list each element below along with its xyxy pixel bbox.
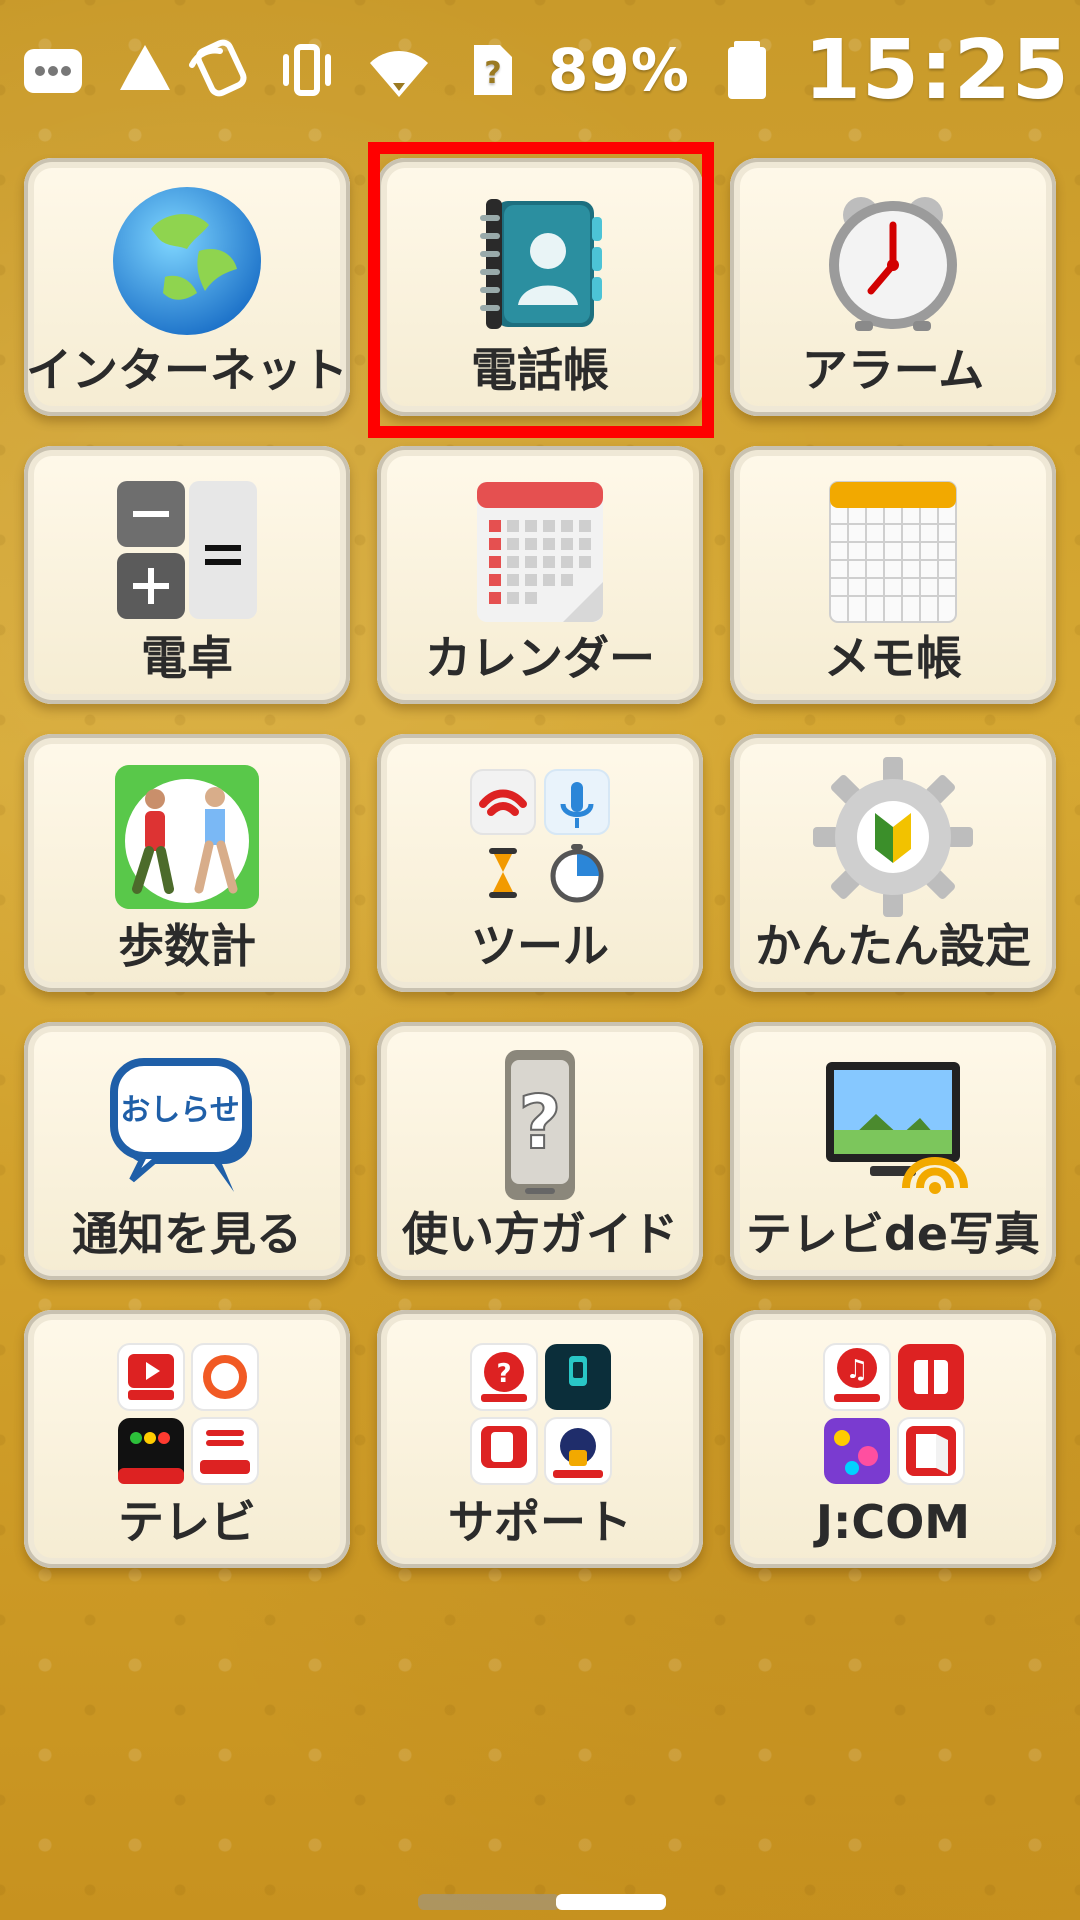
google-drive-icon — [110, 35, 180, 105]
notice-bubble-icon: おしらせ — [102, 1040, 272, 1210]
alarm-clock-icon — [808, 176, 978, 346]
contacts-book-icon — [455, 176, 625, 346]
tile-tools[interactable]: ツール — [377, 734, 703, 992]
wifi-icon — [364, 35, 434, 105]
tile-tv[interactable]: テレビ — [24, 1310, 350, 1568]
tile-guide[interactable]: ? 使い方ガイド — [377, 1022, 703, 1280]
battery-icon — [712, 35, 782, 105]
tile-label: J:COM — [815, 1495, 971, 1549]
tile-tv-photo[interactable]: テレビde写真 — [730, 1022, 1056, 1280]
clock-time: 15:25 — [803, 22, 1070, 118]
svg-text:?: ? — [484, 56, 501, 91]
calculator-icon — [102, 464, 272, 634]
tile-calendar[interactable]: カレンダー — [377, 446, 703, 704]
tile-contacts[interactable]: 電話帳 — [377, 158, 703, 416]
notice-text: おしらせ — [120, 1093, 239, 1128]
tile-internet[interactable]: インターネット — [24, 158, 350, 416]
home-app-grid: インターネット 電話帳 アラーム 電卓 カレンダー メモ帳 歩数計 ツール かん… — [24, 142, 1056, 1568]
tile-label: アラーム — [801, 343, 985, 397]
svg-text:?: ? — [496, 1359, 511, 1389]
support-folder-icon: ? — [455, 1328, 625, 1498]
tile-notices[interactable]: おしらせ 通知を見る — [24, 1022, 350, 1280]
tile-label: テレビde写真 — [745, 1207, 1041, 1261]
tile-label: かんたん設定 — [755, 919, 1031, 973]
tile-label: 使い方ガイド — [402, 1207, 678, 1261]
tile-pedometer[interactable]: 歩数計 — [24, 734, 350, 992]
bottom-navigation — [0, 1880, 1080, 1920]
tile-label: 通知を見る — [72, 1207, 302, 1261]
tv-photo-icon — [808, 1040, 978, 1210]
tile-easy-settings[interactable]: かんたん設定 — [730, 734, 1056, 992]
tile-support[interactable]: ? サポート — [377, 1310, 703, 1568]
messenger-icon — [18, 35, 88, 105]
tile-label: カレンダー — [425, 631, 655, 685]
tools-folder-icon — [455, 752, 625, 922]
pedometer-icon — [102, 752, 272, 922]
vibrate-icon — [272, 35, 342, 105]
svg-text:♫: ♫ — [845, 1355, 868, 1385]
tile-label: 電卓 — [141, 631, 233, 685]
svg-text:?: ? — [519, 1080, 562, 1166]
tile-label: テレビ — [118, 1495, 256, 1549]
tile-jcom[interactable]: ♫ J:COM — [730, 1310, 1056, 1568]
memo-grid-icon — [808, 464, 978, 634]
tile-label: ツール — [471, 919, 609, 973]
globe-icon — [102, 176, 272, 346]
settings-gear-icon — [808, 752, 978, 922]
status-left — [18, 35, 180, 105]
tile-label: 歩数計 — [118, 919, 256, 973]
calendar-icon — [455, 464, 625, 634]
tile-calculator[interactable]: 電卓 — [24, 446, 350, 704]
status-bar: ? 89% 15:25 — [0, 0, 1080, 140]
nfc-icon — [180, 35, 250, 105]
tile-memo[interactable]: メモ帳 — [730, 446, 1056, 704]
help-phone-icon: ? — [455, 1040, 625, 1210]
tile-label: メモ帳 — [824, 631, 962, 685]
home-indicator-right[interactable] — [556, 1894, 666, 1910]
status-right: ? 89% 15:25 — [180, 23, 1070, 118]
tile-label: サポート — [448, 1495, 632, 1549]
jcom-folder-icon: ♫ — [808, 1328, 978, 1498]
tile-label: インターネット — [26, 343, 348, 397]
tv-folder-icon — [102, 1328, 272, 1498]
no-sim-icon: ? — [456, 35, 526, 105]
battery-percent: 89% — [548, 36, 690, 104]
tile-label: 電話帳 — [471, 343, 609, 397]
tile-alarm[interactable]: アラーム — [730, 158, 1056, 416]
home-indicator-left[interactable] — [418, 1894, 560, 1910]
